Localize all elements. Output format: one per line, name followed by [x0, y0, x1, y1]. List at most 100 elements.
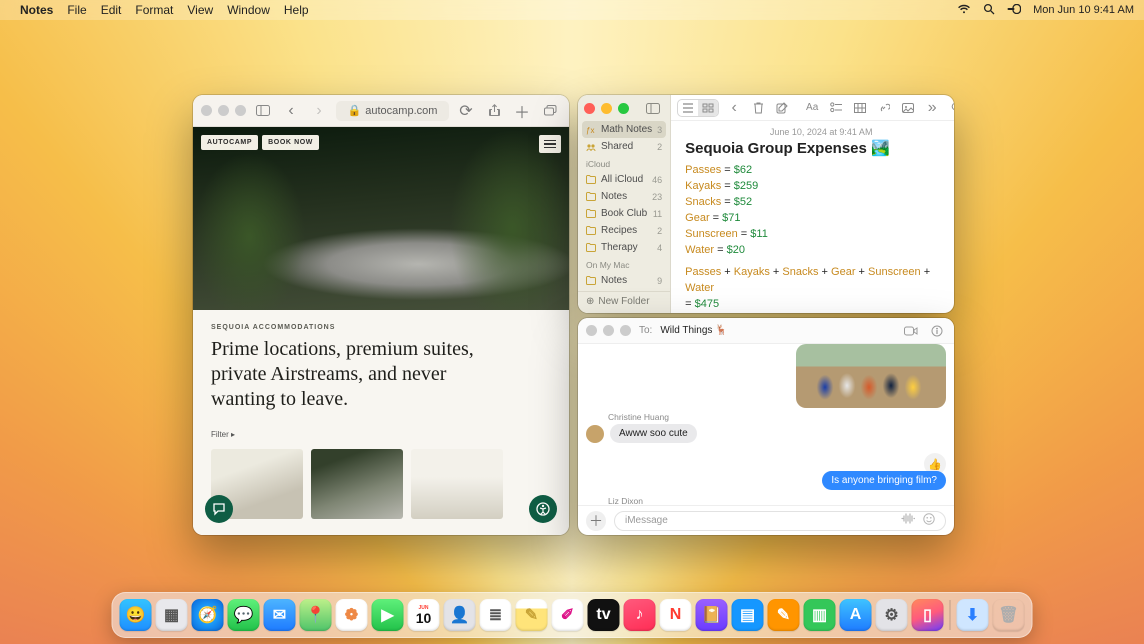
dock-journal[interactable]: 📔: [696, 599, 728, 631]
trash-icon[interactable]: [749, 102, 767, 114]
dock-music[interactable]: ♪: [624, 599, 656, 631]
dock: 😀▦🧭💬✉︎📍❁▶︎JUN10👤≣✎✐tv♪N📔▤✎▥A⚙︎▯⬇︎🗑: [112, 592, 1033, 638]
menu-window[interactable]: Window: [227, 3, 270, 17]
thumb-3[interactable]: [411, 449, 503, 519]
sidebar-item[interactable]: Shared2: [578, 138, 670, 155]
message-input[interactable]: iMessage: [614, 511, 946, 531]
sidebar-item[interactable]: Therapy4: [578, 239, 670, 256]
menu-clock[interactable]: Mon Jun 10 9:41 AM: [1033, 4, 1134, 16]
messages-traffic-lights[interactable]: [586, 325, 631, 336]
format-icon[interactable]: Aa: [803, 102, 821, 113]
control-center-icon[interactable]: [1007, 4, 1021, 17]
brand-logo[interactable]: AUTOCAMP: [201, 135, 258, 150]
sidebar-item[interactable]: Notes23: [578, 188, 670, 205]
dock-launchpad[interactable]: ▦: [156, 599, 188, 631]
hamburger-icon[interactable]: [539, 135, 561, 153]
back-icon[interactable]: ‹: [280, 101, 302, 121]
dock-contacts[interactable]: 👤: [444, 599, 476, 631]
dock-notes[interactable]: ✎: [516, 599, 548, 631]
folder-icon: [586, 192, 596, 202]
dock-reminders[interactable]: ≣: [480, 599, 512, 631]
sender-name: Christine Huang: [608, 412, 946, 422]
checklist-icon[interactable]: [827, 102, 845, 113]
sidebar-item[interactable]: Notes9: [578, 272, 670, 289]
message-bubble[interactable]: Awww soo cute: [610, 424, 697, 443]
accessibility-fab-icon[interactable]: [529, 495, 557, 523]
dock-downloads[interactable]: ⬇︎: [957, 599, 989, 631]
dock-safari[interactable]: 🧭: [192, 599, 224, 631]
sidebar-item-count: 2: [657, 142, 662, 152]
sidebar-item[interactable]: Book Club11: [578, 205, 670, 222]
compose-icon[interactable]: [773, 102, 791, 114]
note-body[interactable]: June 10, 2024 at 9:41 AM Sequoia Group E…: [671, 121, 954, 313]
facetime-icon[interactable]: [902, 326, 920, 336]
media-icon[interactable]: [899, 103, 917, 113]
list-view-icon[interactable]: [678, 100, 698, 116]
dock-news[interactable]: N: [660, 599, 692, 631]
dock-settings[interactable]: ⚙︎: [876, 599, 908, 631]
tabs-icon[interactable]: [539, 101, 561, 121]
dock-iphone-mirror[interactable]: ▯: [912, 599, 944, 631]
sidebar-item-label: Notes: [601, 191, 647, 202]
emoji-icon[interactable]: [923, 513, 935, 528]
plus-circle-icon: ⊕: [586, 296, 594, 307]
avatar[interactable]: [586, 425, 604, 443]
dock-finder[interactable]: 😀: [120, 599, 152, 631]
wifi-icon[interactable]: [957, 4, 971, 17]
search-icon[interactable]: [983, 3, 995, 18]
menu-edit[interactable]: Edit: [101, 3, 122, 17]
dock-messages[interactable]: 💬: [228, 599, 260, 631]
sidebar-item-count: 11: [653, 209, 662, 219]
view-segment[interactable]: [677, 99, 719, 117]
photo-attachment[interactable]: [796, 344, 946, 408]
new-folder-button[interactable]: ⊕ New Folder: [578, 291, 670, 313]
messages-header: To: Wild Things 🦌: [578, 318, 954, 344]
message-bubble-mine[interactable]: Is anyone bringing film?: [822, 471, 946, 490]
audio-record-icon[interactable]: [901, 513, 915, 528]
sidebar-item[interactable]: ƒxMath Notes3: [582, 121, 666, 138]
notes-traffic-lights[interactable]: [584, 103, 629, 114]
dock-photos[interactable]: ❁: [336, 599, 368, 631]
menu-help[interactable]: Help: [284, 3, 309, 17]
dock-pages[interactable]: ✎: [768, 599, 800, 631]
filter-button[interactable]: Filter ▸: [211, 430, 551, 439]
search-icon[interactable]: [947, 102, 954, 113]
dock-freeform[interactable]: ✐: [552, 599, 584, 631]
address-bar[interactable]: 🔒 autocamp.com: [336, 101, 449, 121]
dock-maps[interactable]: 📍: [300, 599, 332, 631]
dock-keynote[interactable]: ▤: [732, 599, 764, 631]
safari-traffic-lights[interactable]: [201, 105, 246, 116]
back-icon[interactable]: ‹: [725, 99, 743, 117]
chat-fab-icon[interactable]: [205, 495, 233, 523]
sidebar-icon[interactable]: [252, 101, 274, 121]
book-now-button[interactable]: BOOK NOW: [262, 135, 319, 150]
sidebar-toggle-icon[interactable]: [642, 98, 664, 118]
sidebar-item[interactable]: Recipes2: [578, 222, 670, 239]
new-tab-icon[interactable]: ＋: [511, 101, 533, 121]
reload-icon[interactable]: ⟳: [455, 101, 477, 121]
dock-trash[interactable]: 🗑: [993, 599, 1025, 631]
sidebar-item-count: 4: [657, 243, 662, 253]
plus-button[interactable]: ＋: [586, 511, 606, 531]
dock-numbers[interactable]: ▥: [804, 599, 836, 631]
dock-calendar[interactable]: JUN10: [408, 599, 440, 631]
info-icon[interactable]: [928, 325, 946, 337]
sidebar-item[interactable]: All iCloud46: [578, 171, 670, 188]
forward-icon[interactable]: ›: [308, 101, 330, 121]
dock-appstore[interactable]: A: [840, 599, 872, 631]
messages-thread[interactable]: Christine Huang Awww soo cute 👍 Is anyon…: [578, 344, 954, 505]
to-value[interactable]: Wild Things 🦌: [660, 325, 727, 336]
menu-file[interactable]: File: [67, 3, 86, 17]
dock-mail[interactable]: ✉︎: [264, 599, 296, 631]
dock-facetime[interactable]: ▶︎: [372, 599, 404, 631]
menu-view[interactable]: View: [187, 3, 213, 17]
menu-app[interactable]: Notes: [20, 3, 53, 17]
grid-view-icon[interactable]: [698, 100, 718, 116]
dock-tv[interactable]: tv: [588, 599, 620, 631]
table-icon[interactable]: [851, 103, 869, 113]
more-icon[interactable]: »: [923, 99, 941, 117]
thumb-2[interactable]: [311, 449, 403, 519]
menu-format[interactable]: Format: [135, 3, 173, 17]
link-icon[interactable]: [875, 102, 893, 114]
share-icon[interactable]: [483, 101, 505, 121]
